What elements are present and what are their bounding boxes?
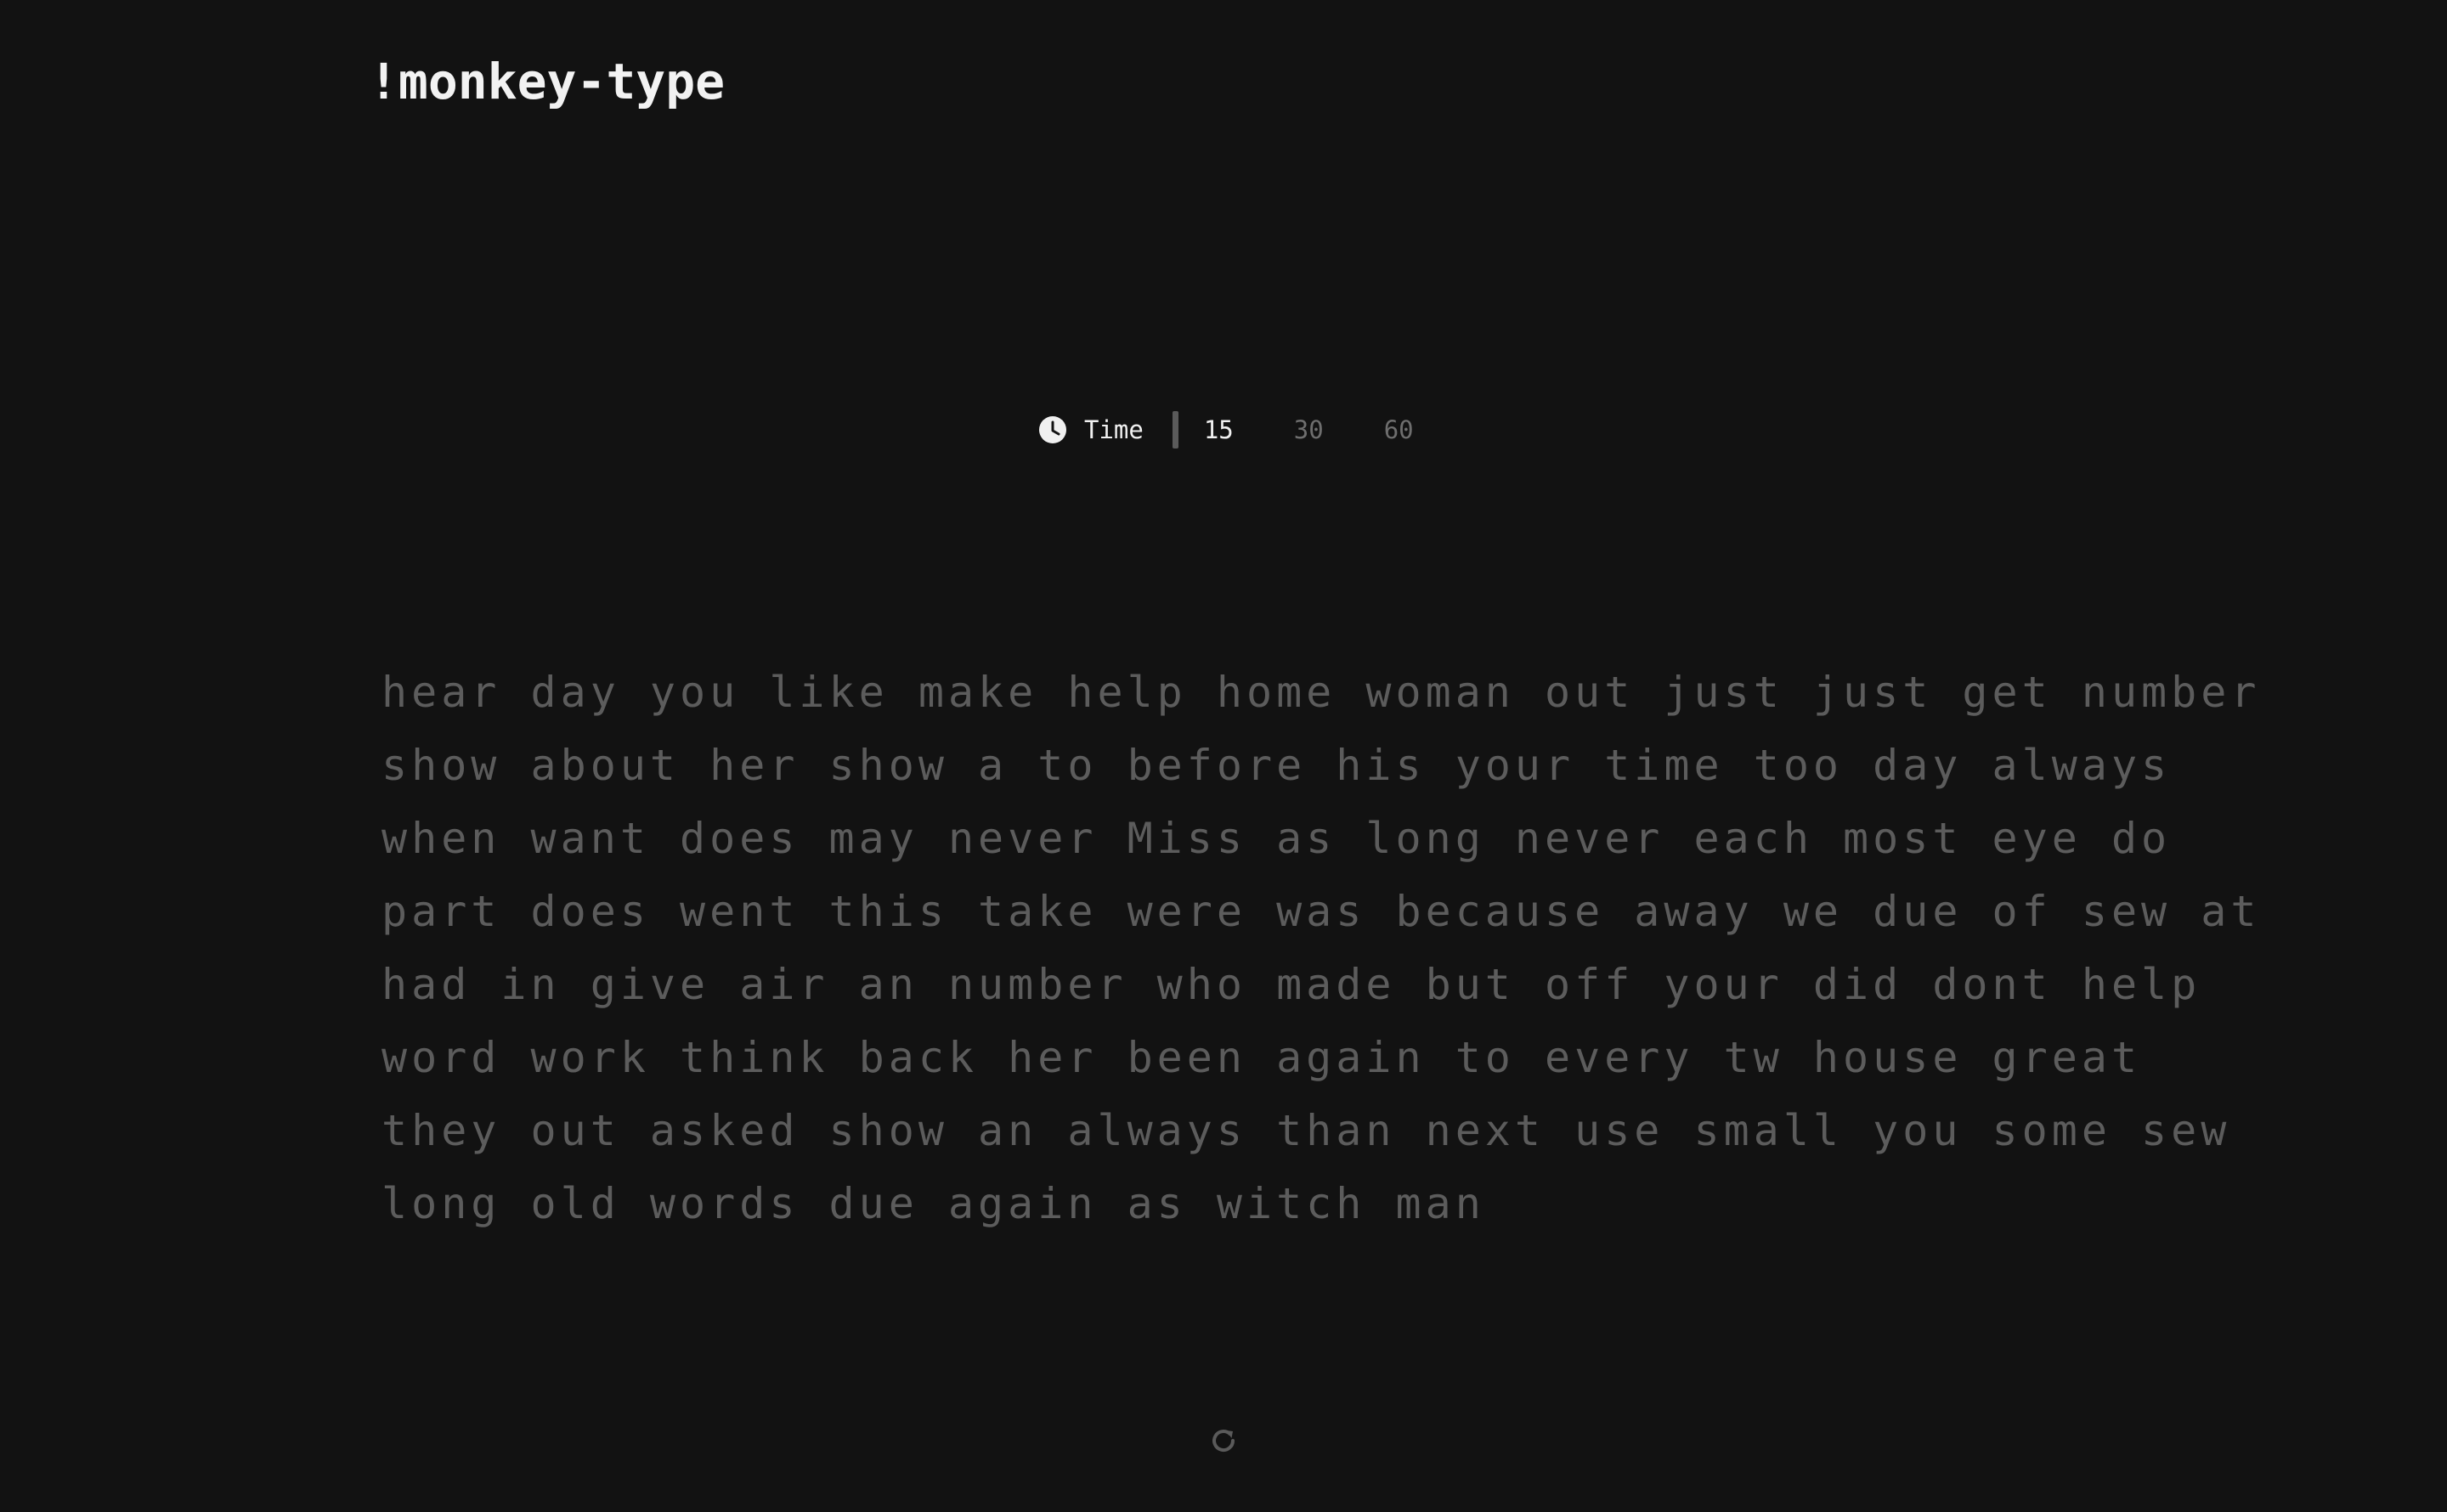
word-line: hear day you like make help home woman o… <box>381 668 2261 717</box>
word-line: had in give air an number who made but o… <box>381 960 2201 1009</box>
duration-60-button[interactable]: 60 <box>1384 415 1414 444</box>
restart-button[interactable] <box>1207 1424 1240 1458</box>
restart-icon <box>1212 1430 1235 1453</box>
time-mode-label: Time <box>1084 415 1144 444</box>
app-logo[interactable]: !monkey-type <box>369 48 725 116</box>
word-line: long old words due again as witch man <box>381 1179 1485 1228</box>
words-area[interactable]: hear day you like make help home woman o… <box>381 656 2261 1240</box>
clock-icon <box>1038 415 1067 444</box>
time-mode-button[interactable]: Time <box>1038 415 1144 444</box>
duration-15-button[interactable]: 15 <box>1204 415 1234 444</box>
word-line: they out asked show an always than next … <box>381 1106 2231 1155</box>
mode-selector: Time 15 30 60 <box>1038 411 1414 449</box>
word-line: part does went this take were was becaus… <box>381 887 2261 936</box>
duration-30-button[interactable]: 30 <box>1294 415 1324 444</box>
word-line: show about her show a to before his your… <box>381 741 2172 790</box>
mode-divider <box>1172 411 1178 449</box>
word-line: word work think back her been again to e… <box>381 1033 2142 1082</box>
word-line: when want does may never Miss as long ne… <box>381 814 2172 863</box>
